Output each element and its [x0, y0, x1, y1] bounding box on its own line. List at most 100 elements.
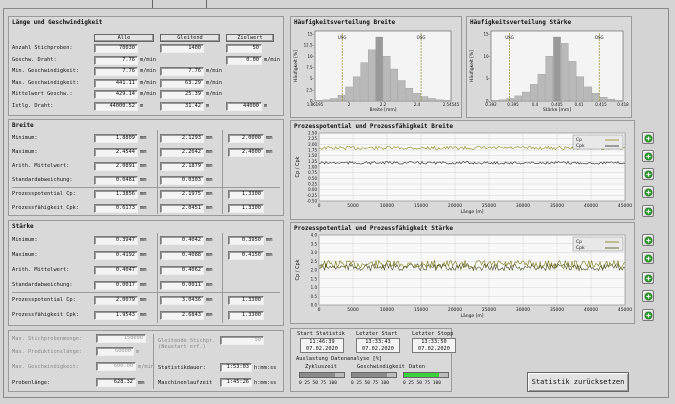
max-len-field[interactable]: 60000 [96, 347, 134, 356]
gauge-fill [352, 373, 388, 377]
col-sliding-header: Gleitend [160, 34, 220, 42]
speed-row-label: Min. Geschwindigkeit: [12, 68, 79, 74]
speed-row-target[interactable]: 44000 [226, 102, 262, 111]
x-tick-label: 25000 [482, 307, 496, 313]
autoscale-icon [644, 170, 653, 179]
breite-row-sliding-unit: mm [206, 135, 213, 141]
histogram-bar [537, 73, 546, 102]
chart-tool-button[interactable] [642, 309, 654, 321]
y-tick-label: -0.50 [307, 199, 318, 204]
staerke-row-sliding: 2.6843 [160, 311, 204, 320]
breite-row-target[interactable]: 2.0000 [228, 134, 264, 143]
staerke-row-sliding: 3.0436 [160, 296, 204, 305]
autoscale-icon [644, 274, 653, 283]
x-tick-label: 0.395 [507, 102, 519, 107]
speed-panel [8, 16, 284, 116]
speed-row-all-unit: m [140, 103, 144, 109]
x-tick-label: 15000 [414, 203, 428, 209]
speed-row-sliding-unit: m/min [206, 91, 222, 97]
chart-tool-button[interactable] [642, 205, 654, 217]
y-tick-label: 0.25 [308, 182, 317, 187]
histogram-bar [443, 100, 451, 102]
histogram-bar [545, 56, 553, 102]
chart-tool-button[interactable] [642, 252, 654, 264]
chart-tool-button[interactable] [642, 186, 654, 198]
staerke-divider-2 [222, 233, 223, 323]
speed-row-target[interactable]: 0.00 [226, 56, 262, 65]
staerke-row-target[interactable]: 1.3300 [228, 296, 264, 305]
x-tick-label: 10000 [380, 307, 394, 313]
staerke-row-target[interactable]: 0.4150 [228, 251, 264, 260]
breite-row-sliding-unit: mm [206, 149, 213, 155]
staerke-row-label: Standardabweichung: [12, 282, 73, 288]
reset-zoom-icon [644, 188, 653, 197]
export-icon [644, 207, 653, 216]
chart-staerke: 4.0 3.5 3.0 2.5 2.0 1.5 1.0 0.5 0.00 5000 10000 150… [295, 233, 632, 320]
staerke-row-target[interactable]: 0.3950 [228, 236, 264, 245]
speed-row-sliding: 25.39 [160, 90, 204, 99]
speed-row-all-unit: m/min [140, 68, 156, 74]
y-tick-label: 2.00 [308, 142, 317, 147]
histogram-bar [420, 96, 429, 102]
x-tick-label: 40000 [584, 307, 598, 313]
last-stop-field: 13:33:50 07.02.2020 [412, 338, 456, 353]
max-speed-field[interactable]: 600.00 [96, 362, 136, 371]
sliding-field[interactable]: 50 [220, 336, 264, 345]
gauge-bar [403, 372, 449, 378]
x-tick-label: 2.2 [380, 102, 387, 107]
y-tick-label: 1.0 [311, 285, 318, 290]
breite-row-label: Prozessfähigkeit Cpk: [12, 205, 79, 211]
histogram-bar [592, 93, 600, 102]
chart-tool-button[interactable] [642, 150, 654, 162]
histogram-bar [584, 86, 592, 102]
legend-entry: Cp [576, 137, 582, 143]
x-tick-label: 0.418 [617, 102, 629, 107]
chart-tool-button[interactable] [642, 234, 654, 246]
limit-label: USG [505, 35, 514, 40]
hist-staerke-chart: USG OSG15-10-5-0-0.392 0.395 0.4 0.405 0.41 0.… [469, 30, 629, 113]
chart-tool-button[interactable] [642, 272, 654, 284]
speed-row-sliding: 7.76 [160, 67, 204, 76]
chart-tool-button[interactable] [642, 290, 654, 302]
chart-tool-button[interactable] [642, 132, 654, 144]
y-tick-label: 2.5- [306, 87, 314, 92]
hist-breite-chart: USG OSG15-12.5-10-7.5-5-2.5-0-1.86195 2 2.2… [293, 30, 460, 113]
chart-tool-button[interactable] [642, 168, 654, 180]
histogram-bar [360, 62, 368, 102]
histogram-bar [599, 97, 608, 102]
y-tick-label: 2.0 [311, 268, 318, 273]
x-tick-label: 30000 [516, 307, 530, 313]
y-tick-label: 0.50 [308, 176, 317, 181]
histogram-bar [491, 100, 499, 102]
reset-statistics-button[interactable]: Statistik zurücksetzen [527, 372, 629, 392]
staerke-row-all-unit: mm [140, 297, 147, 303]
zoom-icon [644, 134, 653, 143]
histogram-bar [529, 84, 538, 102]
sample-len-field[interactable]: 628.32 [96, 378, 136, 387]
breite-row-target[interactable]: 1.3300 [228, 204, 264, 213]
machine-field: 1:45:26 [220, 378, 252, 387]
speed-row-label: Anzahl Stichproben: [12, 45, 73, 51]
x-axis-label: Stärke [mm] [543, 107, 571, 113]
max-samples-field[interactable]: 150000 [96, 334, 146, 343]
breite-row-target[interactable]: 1.3300 [228, 190, 264, 199]
x-tick-label: 0.392 [485, 102, 497, 107]
breite-row-all: 0.6173 [94, 204, 138, 213]
reset-zoom-icon [644, 292, 653, 301]
histogram-bar [383, 56, 391, 102]
breite-row-all-unit: mm [140, 163, 147, 169]
legend-entry: Cpk [576, 143, 585, 149]
x-tick-label: 20000 [448, 307, 462, 313]
speed-row-label: Mittelwert Geschw.: [12, 91, 73, 97]
start-stat-label: Start Statistik [297, 331, 345, 337]
y-tick-label: 1.5 [311, 276, 318, 281]
staerke-row-sliding-unit: mm [206, 312, 213, 318]
y-tick-label: 5- [310, 76, 315, 81]
staerke-row-target[interactable]: 1.3300 [228, 311, 264, 320]
gauge-bar [351, 372, 397, 378]
breite-row-target[interactable]: 2.4000 [228, 148, 264, 157]
stat-dur-field: 1:53:03 [220, 363, 252, 372]
histogram-bar [330, 98, 338, 102]
x-axis-label: Breite [mm] [369, 107, 396, 113]
speed-row-target[interactable]: 50 [226, 44, 262, 53]
